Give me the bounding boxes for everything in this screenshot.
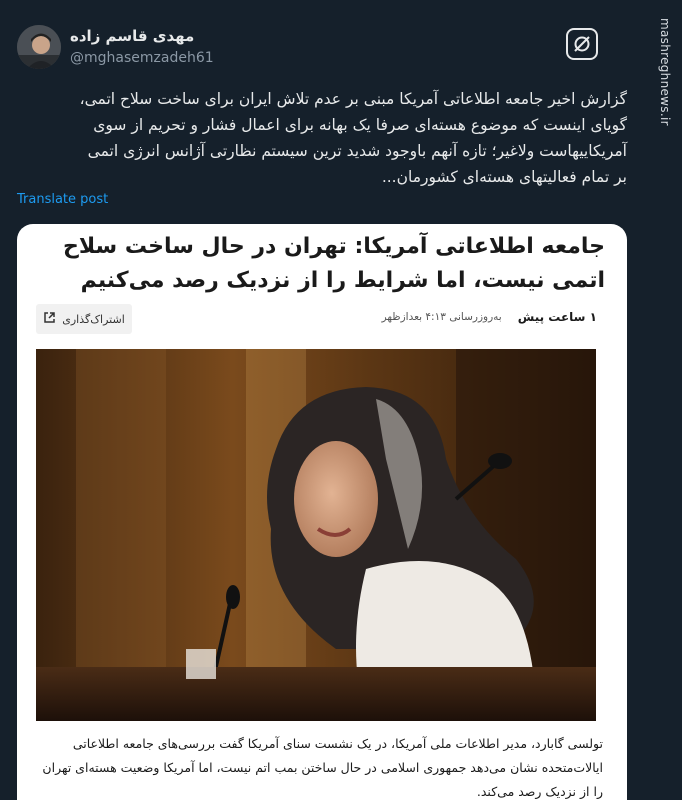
tweet-line: گزارش اخیر جامعه اطلاعاتی آمریکا مبنی بر… xyxy=(79,90,627,108)
share-icon xyxy=(43,311,56,327)
article-photo[interactable] xyxy=(36,349,596,721)
translate-post-link[interactable]: Translate post xyxy=(17,192,108,207)
article-caption: تولسی گابارد، مدیر اطلاعات ملی آمریکا، د… xyxy=(42,736,603,799)
article-meta: ۱ ساعت پیش به‌روزرسانی ۴:۱۳ بعدازظهر xyxy=(382,310,597,324)
share-label: اشتراک‌گذاری xyxy=(62,312,125,326)
author-handle[interactable]: @mghasemzadeh61 xyxy=(70,50,214,66)
tweet: مهدی قاسم زاده @mghasemzadeh61 گزارش اخی… xyxy=(0,0,640,800)
article-title[interactable]: جامعه اطلاعاتی آمریکا: تهران در حال ساخت… xyxy=(45,230,605,298)
time-ago: ۱ ساعت پیش xyxy=(517,310,597,324)
watermark: mashreghnews.ir xyxy=(640,0,682,140)
watermark-text: mashreghnews.ir xyxy=(658,18,672,126)
tweet-text: گزارش اخیر جامعه اطلاعاتی آمریکا مبنی بر… xyxy=(17,86,627,190)
author-name[interactable]: مهدی قاسم زاده xyxy=(70,27,194,45)
tweet-line: بر تمام فعالیتهای هسته‌ای کشورمان... xyxy=(381,168,627,186)
updated-time: به‌روزرسانی ۴:۱۳ بعدازظهر xyxy=(381,311,502,323)
share-button[interactable]: اشتراک‌گذاری xyxy=(36,304,132,334)
tweet-line: گویای اینست که موضوع هسته‌ای صرفا یک بها… xyxy=(93,116,627,134)
avatar[interactable] xyxy=(17,25,61,69)
grok-icon[interactable] xyxy=(566,28,598,60)
tweet-line: آمریکاییهاست ولاغیر؛ تازه آنهم باوجود شد… xyxy=(87,142,627,160)
link-card[interactable]: جامعه اطلاعاتی آمریکا: تهران در حال ساخت… xyxy=(17,224,627,800)
